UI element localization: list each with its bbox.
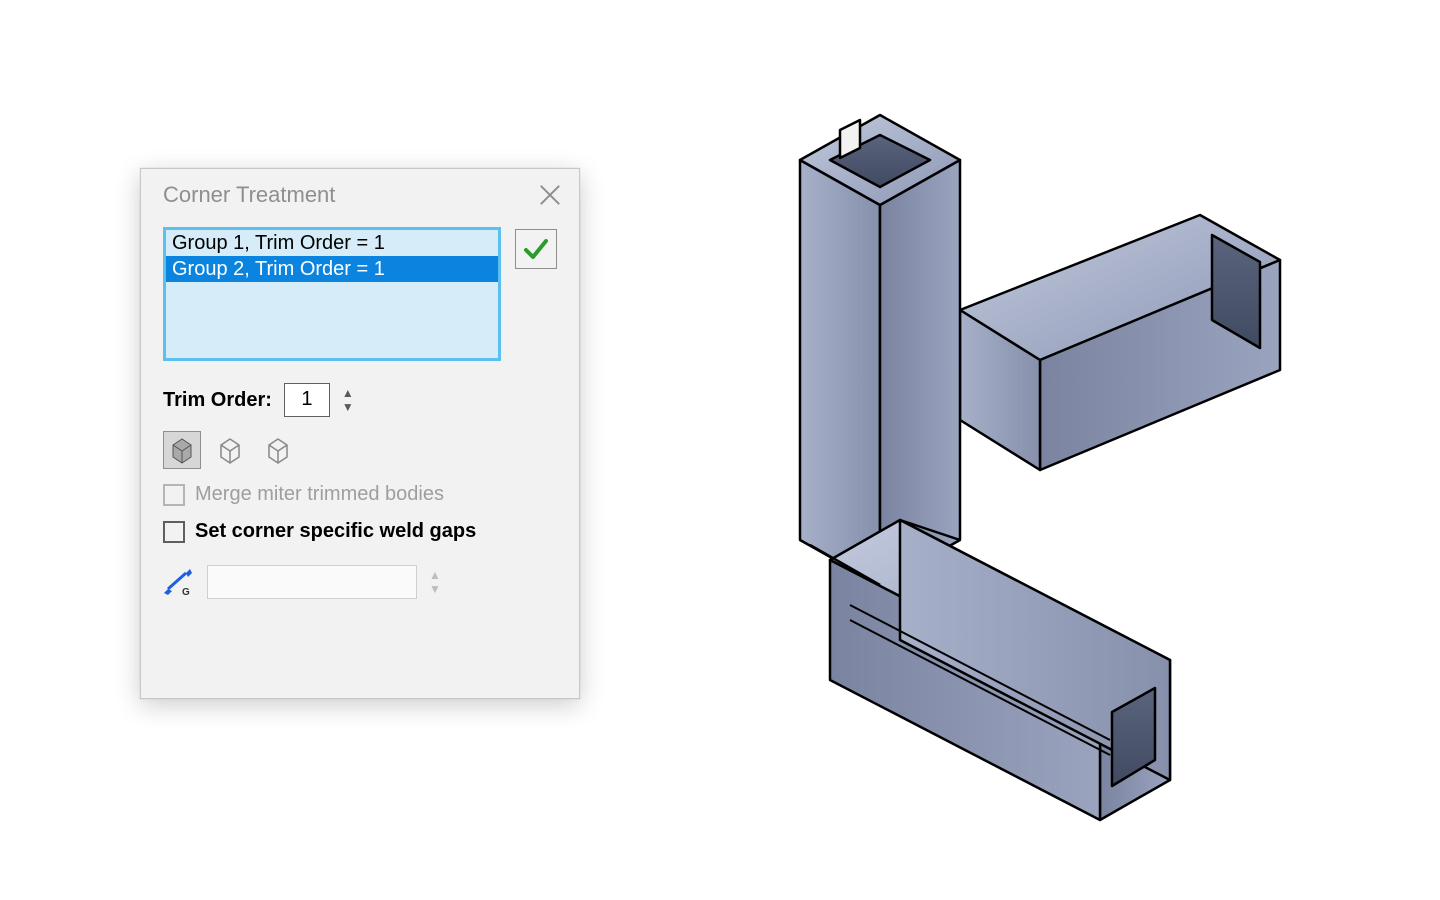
set-weld-gaps-label: Set corner specific weld gaps — [195, 520, 476, 543]
chevron-down-icon[interactable]: ▼ — [342, 402, 354, 412]
merge-miter-label: Merge miter trimmed bodies — [195, 483, 444, 506]
chevron-up-icon[interactable]: ▲ — [342, 388, 354, 398]
weldment-preview — [700, 60, 1340, 840]
corner-type-butt2[interactable] — [259, 431, 297, 469]
svg-text:G: G — [182, 587, 190, 597]
model-viewport[interactable] — [700, 60, 1340, 840]
weld-gap-spinner[interactable]: ▲ ▼ — [429, 570, 441, 594]
weld-gap-icon: G — [163, 566, 195, 598]
cube-icon — [263, 435, 293, 465]
corner-type-butt1[interactable] — [211, 431, 249, 469]
merge-miter-checkbox[interactable] — [163, 484, 185, 506]
merge-miter-row: Merge miter trimmed bodies — [163, 483, 557, 506]
trim-order-spinner[interactable]: ▲ ▼ — [342, 388, 354, 412]
check-icon — [523, 236, 549, 262]
cube-icon — [215, 435, 245, 465]
ok-button[interactable] — [515, 229, 557, 269]
corner-treatment-dialog: Corner Treatment Group 1, Trim Order = 1… — [140, 168, 580, 699]
chevron-up-icon[interactable]: ▲ — [429, 570, 441, 580]
set-weld-gaps-checkbox[interactable] — [163, 521, 185, 543]
corner-type-row — [163, 431, 557, 469]
dialog-titlebar: Corner Treatment — [141, 169, 579, 221]
list-item[interactable]: Group 1, Trim Order = 1 — [166, 230, 498, 256]
chevron-down-icon[interactable]: ▼ — [429, 584, 441, 594]
close-icon[interactable] — [539, 184, 561, 206]
trim-order-row: Trim Order: 1 ▲ ▼ — [163, 383, 557, 417]
group-list[interactable]: Group 1, Trim Order = 1 Group 2, Trim Or… — [163, 227, 501, 361]
list-item[interactable]: Group 2, Trim Order = 1 — [166, 256, 498, 282]
trim-order-label: Trim Order: — [163, 389, 272, 412]
weld-gap-input[interactable] — [207, 565, 417, 599]
weld-gap-row: G ▲ ▼ — [163, 565, 557, 599]
cube-icon — [167, 435, 197, 465]
group-list-row: Group 1, Trim Order = 1 Group 2, Trim Or… — [163, 227, 557, 361]
dialog-body: Group 1, Trim Order = 1 Group 2, Trim Or… — [141, 221, 579, 599]
set-weld-gaps-row: Set corner specific weld gaps — [163, 520, 557, 543]
trim-order-input[interactable]: 1 — [284, 383, 330, 417]
corner-type-miter[interactable] — [163, 431, 201, 469]
dialog-title: Corner Treatment — [163, 182, 335, 208]
